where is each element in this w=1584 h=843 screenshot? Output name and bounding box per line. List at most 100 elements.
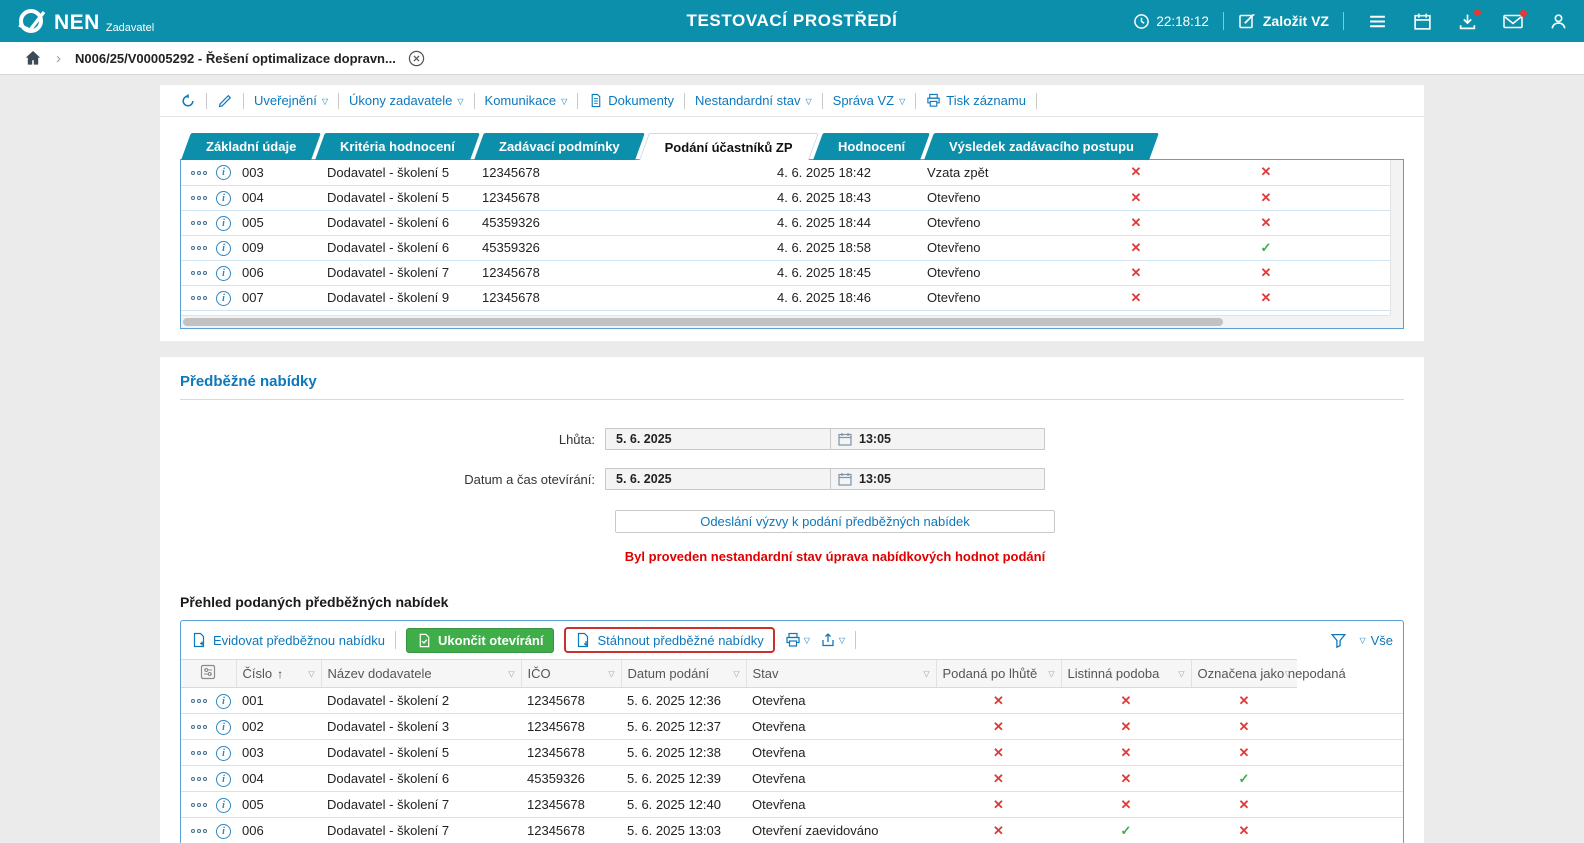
menu-komunikace[interactable]: Komunikace ▽ — [485, 93, 568, 108]
scrollbar-thumb[interactable] — [183, 318, 1223, 326]
header-stav[interactable]: Stav ▽ — [745, 659, 936, 688]
info-icon[interactable]: i — [216, 745, 231, 761]
tab-hodnoceni[interactable]: Hodnocení — [812, 133, 930, 160]
info-icon[interactable]: i — [216, 290, 231, 306]
record-offer-button[interactable]: Evidovat předběžnou nabídku — [191, 632, 385, 648]
cell-nazev: Dodavatel - školení 6 — [321, 235, 476, 261]
nen-logo[interactable]: NEN Zadavatel — [16, 6, 154, 36]
table-row[interactable]: i 005 Dodavatel - školení 6 45359326 4. 6. 2… — [181, 210, 1390, 236]
table-row[interactable]: i 006 Dodavatel - školení 7 12345678 4. 6. 2… — [181, 260, 1390, 286]
finish-opening-button[interactable]: Ukončit otevírání — [406, 627, 555, 653]
row-menu-icon[interactable] — [191, 829, 207, 834]
header-nazev-dodavatele[interactable]: Název dodavatele ▽ — [320, 659, 521, 688]
tab-zakladni-udaje[interactable]: Základní údaje — [181, 133, 322, 160]
filter-button[interactable] — [1330, 632, 1347, 649]
home-icon[interactable] — [24, 49, 42, 67]
filter-triangle-icon[interactable]: ▽ — [608, 669, 614, 678]
messages-button[interactable] — [1503, 9, 1527, 30]
menu-uverejneni[interactable]: Uveřejnění ▽ — [254, 93, 328, 108]
filter-triangle-icon[interactable]: ▽ — [1285, 669, 1291, 678]
cell-stav: Otevřeno — [921, 185, 1071, 211]
header-datum-podani[interactable]: Datum podání ▽ — [620, 659, 746, 688]
tab-zadavaci-podminky[interactable]: Zadávací podmínky — [474, 133, 645, 160]
row-menu-icon[interactable] — [191, 271, 207, 276]
menu-nestandardni-stav[interactable]: Nestandardní stav ▽ — [695, 93, 812, 108]
menu-ukony-zadavatele[interactable]: Úkony zadavatele ▽ — [349, 93, 464, 108]
info-icon[interactable]: i — [216, 190, 231, 206]
finish-opening-icon — [417, 633, 432, 648]
table-row[interactable]: i 003 Dodavatel - školení 5 12345678 4. 6. 2… — [181, 160, 1390, 186]
info-icon[interactable]: i — [216, 265, 231, 281]
row-menu-icon[interactable] — [191, 296, 207, 301]
header-cislo[interactable]: Číslo ↑ ▽ — [235, 659, 321, 688]
row-menu-icon[interactable] — [191, 751, 207, 756]
cell-datum: 4. 6. 2025 18:46 — [771, 285, 921, 311]
row-menu-icon[interactable] — [191, 246, 207, 251]
header-ico[interactable]: IČO ▽ — [520, 659, 621, 688]
filter-triangle-icon[interactable]: ▽ — [308, 669, 314, 678]
table-row[interactable]: i 003 Dodavatel - školení 5 12345678 5. 6. 2… — [181, 739, 1403, 766]
create-vz-button[interactable]: Založit VZ — [1238, 12, 1329, 30]
horizontal-scrollbar[interactable] — [181, 315, 1390, 328]
table-row[interactable]: i 001 Dodavatel - školení 2 12345678 5. 6. 2… — [181, 687, 1403, 714]
opening-time-input[interactable]: 13:05 — [830, 468, 1045, 490]
cell-stav: Otevřena — [746, 687, 936, 714]
menu-sprava-vz[interactable]: Správa VZ ▽ — [833, 93, 906, 108]
info-icon[interactable]: i — [216, 823, 231, 839]
table-row[interactable]: i 005 Dodavatel - školení 7 12345678 5. 6. 2… — [181, 791, 1403, 818]
row-menu-icon[interactable] — [191, 699, 207, 704]
table-row[interactable]: i 004 Dodavatel - školení 6 45359326 5. 6. 2… — [181, 765, 1403, 792]
export-button[interactable]: ▽ — [820, 632, 845, 648]
send-invitation-button[interactable]: Odeslání výzvy k podání předběžných nabí… — [615, 510, 1055, 533]
history-back-button[interactable] — [180, 93, 196, 109]
header-podana-po-lhute[interactable]: Podaná po lhůtě ▽ — [935, 659, 1061, 688]
row-menu-icon[interactable] — [191, 777, 207, 782]
filter-triangle-icon[interactable]: ▽ — [508, 669, 514, 678]
edit-pencil-button[interactable] — [217, 93, 233, 109]
filter-triangle-icon[interactable]: ▽ — [923, 669, 929, 678]
menu-dokumenty[interactable]: Dokumenty — [588, 93, 674, 108]
row-menu-icon[interactable] — [191, 803, 207, 808]
info-icon[interactable]: i — [216, 771, 231, 787]
calendar-button[interactable] — [1413, 12, 1432, 31]
header-listinna-podoba[interactable]: Listinná podoba ▽ — [1060, 659, 1191, 688]
info-icon[interactable]: i — [216, 693, 231, 709]
info-icon[interactable]: i — [216, 719, 231, 735]
close-icon[interactable] — [408, 50, 425, 67]
header-oznacena-jako-nepodana[interactable]: Označena jako nepodaná ▽ — [1190, 659, 1346, 688]
tab-podani-ucastniku-zp[interactable]: Podání účastníků ZP — [638, 133, 819, 160]
menu-button[interactable] — [1368, 12, 1387, 31]
info-icon[interactable]: i — [216, 797, 231, 813]
menu-tisk-zaznamu[interactable]: Tisk záznamu — [926, 93, 1026, 108]
profile-button[interactable] — [1549, 12, 1568, 31]
table-row[interactable]: i 009 Dodavatel - školení 6 45359326 4. 6. 2… — [181, 235, 1390, 261]
breadcrumb-item[interactable]: N006/25/V00005292 - Řešení optimalizace … — [75, 50, 425, 67]
tab-kriteria-hodnoceni[interactable]: Kritéria hodnocení — [315, 133, 481, 160]
column-settings-icon[interactable] — [200, 664, 216, 680]
table-row[interactable]: i 004 Dodavatel - školení 5 12345678 4. 6. 2… — [181, 185, 1390, 211]
filter-triangle-icon[interactable]: ▽ — [1178, 669, 1184, 678]
info-icon[interactable]: i — [216, 165, 231, 181]
table-row[interactable]: i 006 Dodavatel - školení 7 12345678 5. 6. 2… — [181, 818, 1403, 843]
deadline-date-input[interactable]: 5. 6. 2025 — [605, 428, 831, 450]
row-menu-icon[interactable] — [191, 196, 207, 201]
filter-all-button[interactable]: ▽ Vše — [1359, 633, 1393, 648]
filter-triangle-icon[interactable]: ▽ — [1048, 669, 1054, 678]
info-icon[interactable]: i — [216, 240, 231, 256]
info-icon[interactable]: i — [216, 215, 231, 231]
section-title: Předběžné nabídky — [180, 373, 317, 390]
opening-date-input[interactable]: 5. 6. 2025 — [605, 468, 831, 490]
row-menu-icon[interactable] — [191, 170, 207, 175]
deadline-time-input[interactable]: 13:05 — [830, 428, 1045, 450]
download-offers-button[interactable]: Stáhnout předběžné nabídky — [575, 632, 764, 648]
tab-vysledek-zadavaciho-postupu[interactable]: Výsledek zadávacího postupu — [923, 133, 1159, 160]
vertical-scrollbar[interactable] — [1390, 160, 1403, 315]
table-row[interactable]: i 007 Dodavatel - školení 9 12345678 4. 6. 2… — [181, 285, 1390, 311]
row-menu-icon[interactable] — [191, 221, 207, 226]
downloads-button[interactable] — [1458, 8, 1481, 31]
table-row[interactable]: i 002 Dodavatel - školení 3 12345678 5. 6. 2… — [181, 713, 1403, 740]
row-menu-icon[interactable] — [191, 725, 207, 730]
filter-triangle-icon[interactable]: ▽ — [733, 669, 739, 678]
cell-stav: Otevřeno — [921, 260, 1071, 286]
print-button[interactable]: ▽ — [785, 632, 810, 648]
